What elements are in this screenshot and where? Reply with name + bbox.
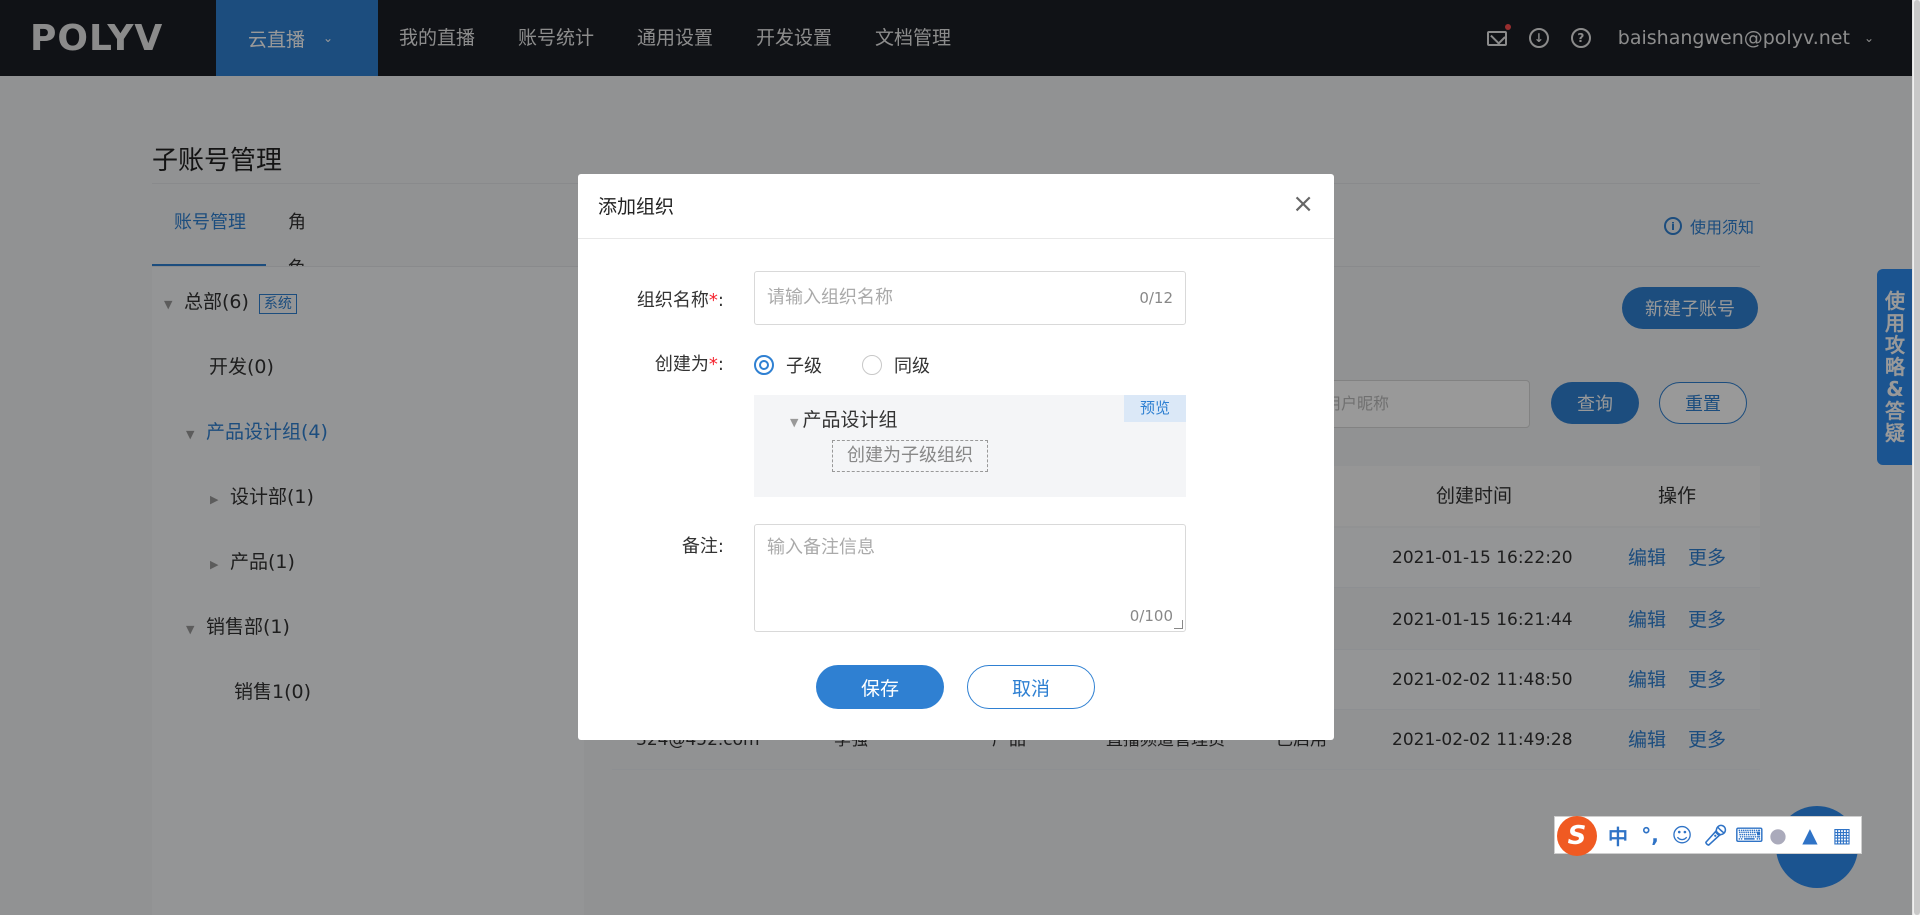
ime-punct-toggle[interactable]: °, xyxy=(1639,823,1661,847)
radio-label: 同级 xyxy=(894,356,930,377)
save-button[interactable]: 保存 xyxy=(816,665,944,709)
keyboard-icon[interactable]: ⌨ xyxy=(1735,823,1764,847)
org-preview: 预览 ▼ 产品设计组 创建为子级组织 xyxy=(754,395,1186,497)
create-as-label: 创建为*: xyxy=(654,354,724,375)
remark-placeholder: 输入备注信息 xyxy=(767,537,875,558)
radio-label: 子级 xyxy=(786,356,822,377)
dialog-title: 添加组织 xyxy=(598,196,675,218)
ime-mode-toggle[interactable]: 中 xyxy=(1607,821,1629,850)
smiley-icon[interactable]: ☺ xyxy=(1671,823,1693,847)
resize-handle-icon[interactable] xyxy=(1174,620,1183,629)
user-icon[interactable]: ● xyxy=(1767,823,1789,847)
radio-unchecked-icon xyxy=(862,355,882,375)
preview-parent-node: ▼ 产品设计组 xyxy=(790,409,898,431)
org-name-input[interactable]: 请输入组织名称 0/12 xyxy=(754,271,1186,325)
cancel-button[interactable]: 取消 xyxy=(967,665,1095,709)
preview-tag: 预览 xyxy=(1124,395,1186,422)
radio-same-level[interactable]: 同级 xyxy=(862,352,930,378)
sogou-logo-icon[interactable]: S xyxy=(1557,816,1597,856)
remark-label: 备注: xyxy=(681,536,724,557)
grid-menu-icon[interactable]: ▦ xyxy=(1831,823,1853,847)
org-name-label: 组织名称*: xyxy=(636,290,724,311)
caret-down-icon: ▼ xyxy=(790,416,799,429)
org-name-counter: 0/12 xyxy=(1139,289,1173,307)
page-scrollbar[interactable] xyxy=(1912,0,1920,915)
skin-icon[interactable]: ▲ xyxy=(1799,823,1821,847)
remark-counter: 0/100 xyxy=(1129,607,1173,625)
remark-textarea[interactable]: 输入备注信息 0/100 xyxy=(754,524,1186,632)
preview-child-node: 创建为子级组织 xyxy=(832,440,988,472)
org-name-placeholder: 请输入组织名称 xyxy=(767,287,893,308)
divider xyxy=(578,238,1334,239)
add-organization-dialog: 添加组织 × 组织名称*: 请输入组织名称 0/12 创建为*: 子级 同级 预… xyxy=(578,174,1334,740)
radio-child-level[interactable]: 子级 xyxy=(754,352,822,378)
ime-toolbar: S 中 °, ☺ 🎤︎ ⌨ ● ▲ ▦ xyxy=(1554,816,1862,856)
close-icon[interactable]: × xyxy=(1292,191,1314,217)
radio-checked-icon xyxy=(754,355,774,375)
microphone-icon[interactable]: 🎤︎ xyxy=(1703,823,1728,847)
